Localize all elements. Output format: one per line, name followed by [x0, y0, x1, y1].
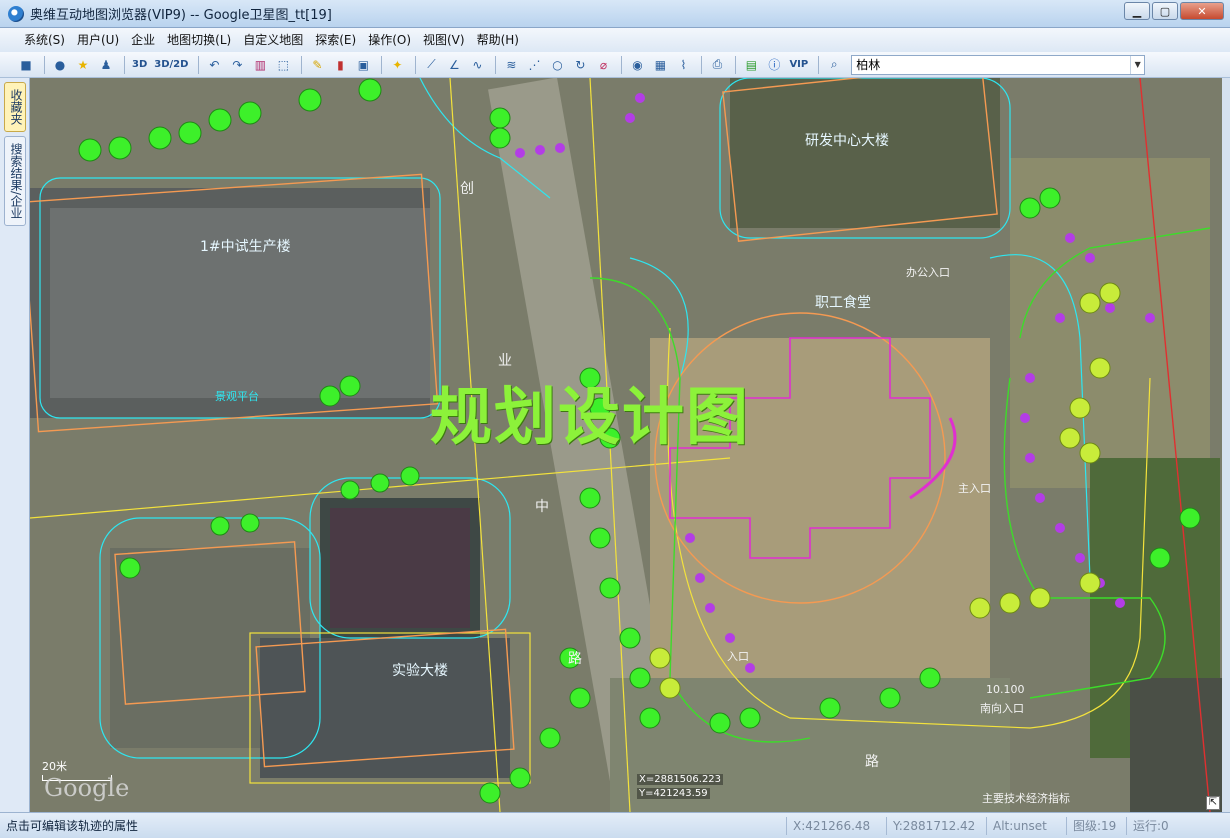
- search-box[interactable]: ▼: [851, 54, 1146, 75]
- coord-y-readout: Y=421243.59: [637, 788, 710, 799]
- label-road-chuang: 创: [460, 181, 474, 197]
- vip-button[interactable]: VIP: [787, 55, 810, 75]
- status-y: Y:2881712.42: [886, 816, 986, 835]
- label-road-lu: 路: [568, 651, 582, 667]
- label-lab: 实验大楼: [392, 663, 448, 679]
- pin-icon[interactable]: ✦: [387, 55, 407, 75]
- user-icon[interactable]: ●: [50, 55, 70, 75]
- curve-icon[interactable]: ∿: [467, 55, 487, 75]
- maximize-button[interactable]: ▢: [1152, 2, 1178, 20]
- toolbar-separator: [701, 55, 703, 74]
- toolbar-separator: [495, 55, 497, 74]
- label-elevation: 10.100: [986, 683, 1025, 696]
- scale-label: 20米: [42, 760, 67, 773]
- toolbar-separator: [415, 55, 417, 74]
- frame-icon[interactable]: ▣: [353, 55, 373, 75]
- toolbar: ■ ● ★ ♟ 3D 3D/2D ↶ ↷ ▥ ⬚ ✎ ▮ ▣ ✦ ⟋ ∠ ∿ ≋…: [0, 52, 1230, 78]
- coord-x-readout: X=2881506.223: [637, 774, 724, 785]
- window-title: 奥维互动地图浏览器(VIP9) -- Google卫星图_tt[19]: [30, 8, 332, 23]
- close-button[interactable]: ✕: [1180, 2, 1224, 20]
- toolbar-separator: [124, 55, 125, 74]
- resize-corner-icon[interactable]: ⇱: [1206, 796, 1220, 810]
- menu-help[interactable]: 帮助(H): [471, 29, 525, 51]
- save-icon[interactable]: ■: [16, 55, 36, 75]
- tab-favorites[interactable]: 收藏夹: [4, 82, 26, 132]
- print-icon[interactable]: ⎙: [707, 55, 727, 75]
- pencil-icon[interactable]: ✎: [307, 55, 327, 75]
- toolbar-separator: [621, 55, 623, 74]
- chat-icon[interactable]: ▤: [741, 55, 761, 75]
- circle-icon[interactable]: ○: [547, 55, 567, 75]
- watermark-title: 规划设计图: [430, 380, 751, 453]
- menu-enterprise[interactable]: 企业: [125, 29, 161, 51]
- label-landscape: 景观平台: [215, 390, 259, 403]
- status-message: 点击可编辑该轨迹的属性: [6, 819, 139, 833]
- search-dropdown-icon[interactable]: ▼: [1130, 55, 1144, 74]
- window-controls: ▁ ▢ ✕: [1124, 2, 1224, 20]
- toolbar-separator: [381, 55, 383, 74]
- tab-search-results[interactable]: 搜索结果/企业: [4, 136, 26, 227]
- search-input[interactable]: [852, 55, 1131, 74]
- title-bar: 奥维互动地图浏览器(VIP9) -- Google卫星图_tt[19] ▁ ▢ …: [0, 0, 1230, 28]
- rotate-icon[interactable]: ↻: [570, 55, 590, 75]
- image-icon[interactable]: ▦: [650, 55, 670, 75]
- status-x: X:421266.48: [786, 816, 886, 835]
- label-road-lu-2: 路: [865, 754, 879, 770]
- clip-icon[interactable]: ⌇: [673, 55, 693, 75]
- label-south-entrance: 南向入口: [980, 702, 1024, 715]
- status-running: 运行:0: [1126, 816, 1176, 835]
- menu-custom-map[interactable]: 自定义地图: [237, 29, 309, 51]
- toolbar-separator: [301, 55, 303, 74]
- label-main-entrance: 主入口: [958, 482, 991, 495]
- toolbar-separator: [818, 55, 820, 74]
- select-icon[interactable]: ⬚: [273, 55, 293, 75]
- polyline-icon[interactable]: ⟋: [421, 55, 441, 75]
- angle-icon[interactable]: ∠: [444, 55, 464, 75]
- 3d-button[interactable]: 3D: [130, 55, 149, 75]
- search-icon[interactable]: ⌕: [824, 55, 844, 75]
- menu-system[interactable]: 系统(S): [18, 29, 71, 51]
- menu-operation[interactable]: 操作(O): [362, 29, 417, 51]
- dots-icon[interactable]: ⋰: [524, 55, 544, 75]
- menu-map-switch[interactable]: 地图切换(L): [161, 29, 237, 51]
- google-logo: Google: [44, 774, 130, 802]
- road-icon[interactable]: ≋: [501, 55, 521, 75]
- 3d-2d-button[interactable]: 3D/2D: [152, 55, 190, 75]
- status-alt: Alt:unset: [986, 816, 1066, 835]
- status-bar: 点击可编辑该轨迹的属性 X:421266.48 Y:2881712.42 Alt…: [0, 812, 1230, 838]
- group-icon[interactable]: ♟: [96, 55, 116, 75]
- star-icon[interactable]: ★: [73, 55, 93, 75]
- label-road-ye: 业: [498, 353, 512, 369]
- label-rd-center: 研发中心大楼: [805, 133, 889, 149]
- toolbar-separator: [198, 55, 200, 74]
- menu-bar: 系统(S) 用户(U) 企业 地图切换(L) 自定义地图 探索(E) 操作(O)…: [0, 28, 1230, 52]
- label-building1: 1#中试生产楼: [200, 239, 291, 255]
- side-panel-tabs: 收藏夹 搜索结果/企业: [0, 78, 30, 812]
- app-logo-icon: [8, 5, 24, 22]
- label-entrance: 入口: [727, 650, 749, 663]
- lasso-icon[interactable]: ⌀: [593, 55, 613, 75]
- undo-icon[interactable]: ↶: [204, 55, 224, 75]
- toolbar-separator: [44, 55, 45, 74]
- delete-icon[interactable]: ▥: [250, 55, 270, 75]
- globe-icon[interactable]: ◉: [627, 55, 647, 75]
- minimize-button[interactable]: ▁: [1124, 2, 1150, 20]
- info-icon[interactable]: ⓘ: [764, 55, 784, 75]
- status-level: 图级:19: [1066, 816, 1126, 835]
- label-road-zhong: 中: [535, 499, 549, 515]
- label-tech-table: 主要技术经济指标: [982, 792, 1070, 805]
- toolbar-separator: [735, 55, 737, 74]
- ruler-icon[interactable]: ▮: [330, 55, 350, 75]
- menu-user[interactable]: 用户(U): [71, 29, 125, 51]
- label-office-entrance: 办公入口: [906, 266, 950, 279]
- label-canteen: 职工食堂: [815, 295, 871, 311]
- right-border: [1222, 78, 1230, 812]
- menu-view[interactable]: 视图(V): [417, 29, 471, 51]
- map-view[interactable]: 规划设计图 1#中试生产楼 研发中心大楼 职工食堂 实验大楼 创 业 中 路 路…: [30, 78, 1222, 812]
- menu-explore[interactable]: 探索(E): [309, 29, 362, 51]
- redo-icon[interactable]: ↷: [227, 55, 247, 75]
